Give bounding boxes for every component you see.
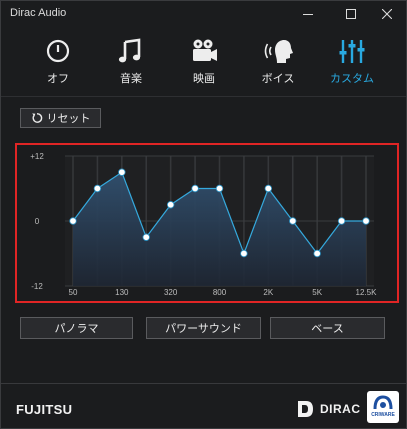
minimize-button[interactable] — [291, 1, 325, 27]
x-tick-label: 130 — [115, 288, 129, 297]
preset-panorama-button[interactable]: パノラマ — [20, 317, 133, 339]
preset-label: パノラマ — [54, 322, 99, 335]
criware-wordmark: CRIWARE — [371, 412, 395, 418]
eq-sliders-icon — [339, 40, 365, 63]
x-tick-label: 50 — [69, 288, 78, 297]
eq-x-labels: 50 130 320 800 2K 5K 12.5K — [69, 288, 378, 297]
minimize-icon — [303, 14, 313, 15]
y-tick-label: -12 — [31, 282, 43, 291]
music-note-icon — [118, 38, 141, 63]
power-icon — [46, 39, 70, 63]
close-icon — [382, 9, 392, 19]
tab-label: 映画 — [193, 72, 215, 85]
eq-band-point[interactable] — [191, 184, 199, 193]
tab-off[interactable]: オフ — [18, 31, 98, 89]
dirac-mark-icon — [298, 401, 313, 417]
top-divider — [1, 96, 406, 97]
movie-camera-icon — [193, 39, 217, 61]
tab-voice[interactable]: ボイス — [238, 31, 318, 89]
preset-bass-button[interactable]: ベース — [270, 317, 385, 339]
dirac-logo: DIRAC — [297, 399, 361, 419]
fujitsu-logo: FUJITSU — [16, 402, 73, 417]
equalizer-panel: +12 0 -12 50 130 320 800 2K 5K 12.5K — [15, 143, 399, 303]
reset-button[interactable]: リセット — [20, 108, 101, 128]
preset-label: パワーサウンド — [165, 322, 242, 335]
mode-tabs: オフ 音楽 映画 ボイス カスタム — [1, 31, 406, 89]
dirac-wordmark: DIRAC — [320, 402, 361, 416]
eq-band-point[interactable] — [69, 217, 77, 225]
y-tick-label: 0 — [35, 217, 40, 226]
reset-label: リセット — [46, 112, 91, 125]
x-tick-label: 2K — [263, 288, 273, 297]
tab-label: 音楽 — [120, 72, 142, 85]
eq-band-point[interactable] — [264, 184, 273, 193]
criware-logo: CRIWARE — [367, 391, 399, 423]
eq-band-point[interactable] — [362, 217, 370, 225]
eq-band-point[interactable] — [142, 233, 150, 241]
tab-label: ボイス — [261, 72, 295, 85]
voice-speaker-icon — [264, 40, 293, 63]
tab-custom[interactable]: カスタム — [312, 31, 392, 89]
footer-divider — [1, 383, 406, 384]
x-tick-label: 800 — [213, 288, 227, 297]
eq-band-point[interactable] — [289, 217, 297, 225]
tab-label: オフ — [47, 72, 69, 85]
equalizer-chart[interactable]: +12 0 -12 50 130 320 800 2K 5K 12.5K — [17, 145, 397, 301]
x-tick-label: 320 — [164, 288, 178, 297]
x-tick-label: 5K — [312, 288, 322, 297]
eq-band-point[interactable] — [166, 201, 175, 209]
tab-label: カスタム — [330, 72, 374, 85]
close-button[interactable] — [370, 1, 404, 27]
dirac-audio-window: Dirac Audio オフ 音楽 映画 ボイス カスタム リセット +12 0… — [0, 0, 407, 429]
eq-band-point[interactable] — [337, 217, 346, 225]
reset-icon — [31, 113, 42, 123]
preset-power-sound-button[interactable]: パワーサウンド — [146, 317, 261, 339]
eq-band-point[interactable] — [215, 184, 224, 193]
x-tick-label: 12.5K — [356, 288, 378, 297]
app-title: Dirac Audio — [10, 7, 67, 19]
criware-mark-icon — [373, 395, 393, 410]
maximize-button[interactable] — [334, 1, 368, 27]
tab-music[interactable]: 音楽 — [91, 31, 171, 89]
preset-label: ベース — [311, 322, 344, 335]
y-tick-label: +12 — [30, 152, 44, 161]
eq-band-point[interactable] — [93, 184, 102, 193]
eq-band-point[interactable] — [118, 168, 126, 176]
eq-y-labels: +12 0 -12 — [30, 152, 44, 291]
eq-band-point[interactable] — [313, 249, 321, 258]
maximize-icon — [346, 9, 356, 19]
tab-movie[interactable]: 映画 — [164, 31, 244, 89]
title-bar[interactable]: Dirac Audio — [1, 1, 406, 27]
eq-band-point[interactable] — [240, 249, 248, 258]
